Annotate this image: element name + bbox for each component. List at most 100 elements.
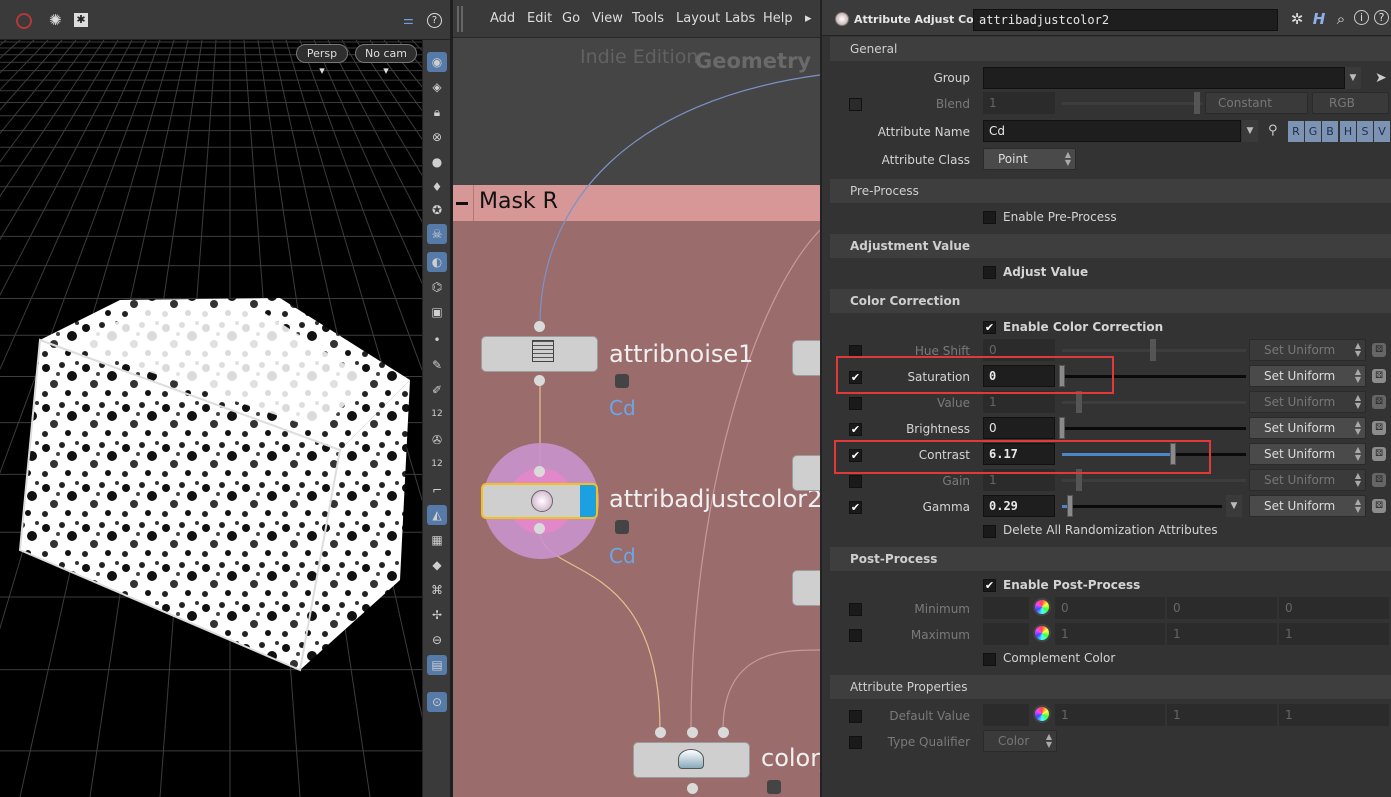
- brightness-set-uniform[interactable]: Set Uniform ▲ ▼: [1249, 417, 1366, 439]
- gain-dice-icon[interactable]: ⚄: [1372, 473, 1386, 487]
- contrast-dice-icon[interactable]: ⚄: [1372, 447, 1386, 461]
- blend-slider[interactable]: [1062, 102, 1202, 105]
- saturation-set-uniform[interactable]: Set Uniform ▲ ▼: [1249, 365, 1366, 387]
- maximum-color-wheel-icon[interactable]: [1033, 624, 1051, 642]
- value-slider[interactable]: [1062, 401, 1246, 404]
- bulb-icon[interactable]: ✪: [427, 200, 447, 220]
- value-field[interactable]: 1: [983, 391, 1055, 413]
- info-icon[interactable]: i: [1354, 10, 1369, 25]
- gain-set-uniform[interactable]: Set Uniform ▲ ▼: [1249, 469, 1366, 491]
- channel-s-button[interactable]: S: [1357, 121, 1373, 142]
- channel-h-button[interactable]: H: [1340, 121, 1356, 142]
- channel-b-button[interactable]: B: [1322, 121, 1338, 142]
- location-pin-icon[interactable]: ⚲: [1268, 123, 1278, 138]
- channel-v-button[interactable]: V: [1374, 121, 1390, 142]
- section-postprocess[interactable]: Post-Process: [830, 547, 1391, 571]
- gamma-dice-icon[interactable]: ⚄: [1372, 499, 1386, 513]
- adjust-output-connector[interactable]: [534, 523, 545, 534]
- color-input-connector-3[interactable]: [718, 727, 729, 738]
- image-icon[interactable]: ▤: [427, 655, 447, 675]
- channel-r-button[interactable]: R: [1288, 121, 1304, 142]
- brush-icon[interactable]: ✎: [427, 355, 447, 375]
- node-attribnoise1[interactable]: [481, 336, 598, 372]
- node-label-attribnoise1[interactable]: attribnoise1: [609, 340, 753, 368]
- search-icon[interactable]: ⌕: [1332, 10, 1350, 28]
- layers-icon[interactable]: ◆: [427, 555, 447, 575]
- uv-icon[interactable]: ▦: [427, 530, 447, 550]
- camera-dropdown[interactable]: No cam ▾: [355, 44, 417, 77]
- node-name-field[interactable]: attribadjustcolor2: [973, 9, 1278, 31]
- maximum-r-field[interactable]: 1: [1055, 623, 1165, 645]
- minimum-r-field[interactable]: 0: [1055, 597, 1165, 619]
- value-slider-handle[interactable]: [1076, 391, 1082, 413]
- delete-randomization-checkbox[interactable]: [983, 525, 996, 538]
- hue-shift-slider-handle[interactable]: [1150, 339, 1156, 361]
- default-g-field[interactable]: 1: [1167, 704, 1277, 726]
- network-editor[interactable]: Add Edit Go View Tools Layout Labs Help …: [453, 0, 820, 797]
- gamma-slider-handle[interactable]: [1067, 495, 1073, 517]
- gamma-ramp-dropdown-icon[interactable]: ▼: [1226, 495, 1242, 517]
- skull-icon[interactable]: ☠: [427, 224, 447, 244]
- color-input-connector-2[interactable]: [687, 727, 698, 738]
- brightness-field[interactable]: 0: [983, 417, 1055, 439]
- ghost-icon[interactable]: ⊗: [427, 127, 447, 147]
- noise-input-connector[interactable]: [534, 321, 545, 332]
- gamma-field[interactable]: 0.29: [983, 495, 1055, 517]
- gear-icon[interactable]: ✺: [49, 11, 62, 29]
- attribute-class-menu[interactable]: Point ▲ ▼: [983, 148, 1076, 170]
- minimum-color-wheel-icon[interactable]: [1033, 598, 1051, 616]
- hue-shift-set-uniform[interactable]: Set Uniform ▲ ▼: [1249, 339, 1366, 361]
- sphere-icon[interactable]: ●: [427, 152, 447, 172]
- scene-viewport[interactable]: [0, 0, 422, 797]
- noise-output-connector[interactable]: [534, 375, 545, 386]
- network-icon[interactable]: ⌘: [427, 580, 447, 600]
- shading-icon[interactable]: ◐: [427, 252, 447, 272]
- brightness-dice-icon[interactable]: ⚄: [1372, 421, 1386, 435]
- section-attribute-properties[interactable]: Attribute Properties: [830, 675, 1391, 699]
- node-right-2[interactable]: [792, 455, 820, 491]
- node-right-1[interactable]: [792, 340, 820, 376]
- circle-icon[interactable]: ⊖: [427, 630, 447, 650]
- section-adjustment-value[interactable]: Adjustment Value: [830, 234, 1391, 258]
- color-output-connector[interactable]: [687, 783, 698, 794]
- blend-space-menu[interactable]: RGB: [1312, 92, 1389, 114]
- group-field[interactable]: [983, 67, 1345, 89]
- houdini-help-icon[interactable]: H: [1310, 10, 1328, 28]
- color-lock-icon[interactable]: [767, 780, 781, 794]
- numbers-icon[interactable]: 12: [427, 404, 447, 424]
- blend-field[interactable]: 1: [983, 92, 1055, 114]
- display-options-icon[interactable]: ⚌: [403, 13, 414, 27]
- hue-shift-dice-icon[interactable]: ⚄: [1372, 343, 1386, 357]
- wrench-icon[interactable]: ✇: [427, 430, 447, 450]
- group-dropdown-icon[interactable]: ▼: [1345, 67, 1361, 89]
- noise-lock-icon[interactable]: [615, 374, 629, 388]
- contrast-set-uniform[interactable]: Set Uniform ▲ ▼: [1249, 443, 1366, 465]
- stop-icon[interactable]: [16, 13, 32, 29]
- plane-icon[interactable]: ◭: [427, 505, 447, 525]
- maximum-b-field[interactable]: 1: [1279, 623, 1389, 645]
- value-dice-icon[interactable]: ⚄: [1372, 395, 1386, 409]
- location-icon[interactable]: ⊙: [427, 692, 447, 712]
- camera-icon[interactable]: ⌬: [427, 277, 447, 297]
- type-qualifier-menu[interactable]: Color ▲ ▼: [983, 730, 1057, 752]
- numbers-icon-2[interactable]: 12: [427, 454, 447, 474]
- pin-icon[interactable]: ✢: [427, 605, 447, 625]
- gear-icon[interactable]: ✲: [1288, 10, 1306, 28]
- display-flag[interactable]: [580, 485, 596, 517]
- default-b-field[interactable]: 1: [1279, 704, 1389, 726]
- viewport-network-splitter[interactable]: [450, 0, 453, 797]
- maximum-swatch[interactable]: [983, 623, 1029, 645]
- render-icon[interactable]: ▣: [427, 302, 447, 322]
- color-input-connector-1[interactable]: [655, 727, 666, 738]
- help-icon[interactable]: ?: [1374, 10, 1389, 25]
- adjust-lock-icon[interactable]: [615, 520, 629, 534]
- complement-color-checkbox[interactable]: [983, 653, 996, 666]
- section-general[interactable]: General: [830, 37, 1391, 61]
- point-icon[interactable]: •: [427, 330, 447, 350]
- pen-icon[interactable]: ✐: [427, 380, 447, 400]
- minimum-swatch[interactable]: [983, 597, 1029, 619]
- default-value-swatch[interactable]: [983, 704, 1029, 726]
- angle-icon[interactable]: ⌐: [427, 480, 447, 500]
- blend-slider-handle[interactable]: [1194, 92, 1200, 114]
- gamma-slider[interactable]: [1062, 505, 1222, 508]
